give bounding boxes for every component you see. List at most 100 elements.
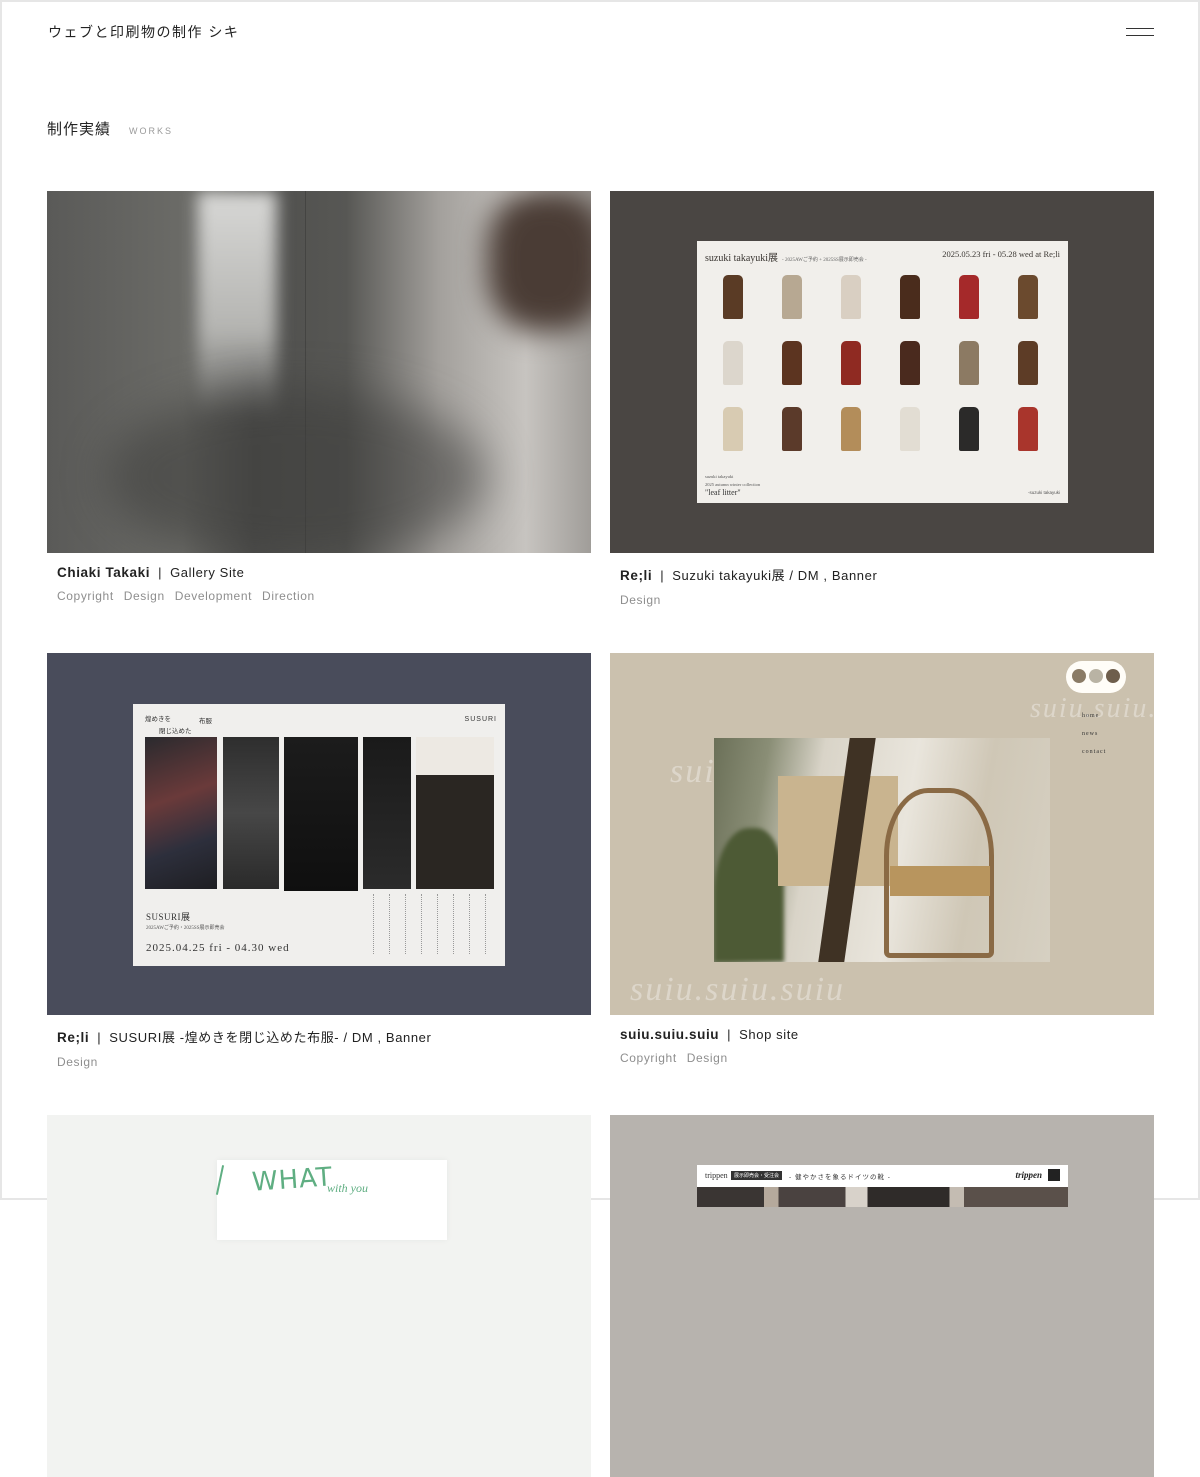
work-project: Suzuki takayuki展 / DM , Banner	[672, 568, 878, 583]
garment-item	[900, 341, 920, 385]
poster-photo	[145, 737, 217, 889]
garment-item	[782, 341, 802, 385]
work-thumbnail[interactable]: trippen 展示即売会・受注会 - 健やかさを象るドイツの靴 - tripp…	[610, 1115, 1154, 1477]
work-client: Chiaki Takaki	[57, 565, 151, 580]
work-tags: Copyright Design	[620, 1051, 1154, 1065]
garment-item	[959, 341, 979, 385]
work-card-reli-suzuki[interactable]: suzuki takayuki展 - 2025AWご予約 + 2025SS展示即売…	[610, 191, 1154, 607]
dm-poster: suzuki takayuki展 - 2025AWご予約 + 2025SS展示即売…	[697, 241, 1068, 503]
menu-line-top	[1126, 28, 1154, 29]
work-thumbnail[interactable]: WHAT with you	[47, 1115, 591, 1477]
thumb-chair-seat	[890, 866, 990, 896]
work-project: Gallery Site	[170, 565, 245, 580]
work-meta: Re;li | Suzuki takayuki展 / DM , Banner Des…	[610, 553, 1154, 607]
menu-line-bottom	[1126, 35, 1154, 36]
work-card-chiaki-takaki[interactable]: Chiaki Takaki | Gallery Site Copyright Des…	[47, 191, 591, 603]
section-heading: 制作実績 WORKS	[47, 118, 173, 139]
thumb-photo-strip	[697, 1187, 1068, 1207]
poster-brand: SUSURI	[464, 716, 497, 723]
garment-item	[900, 407, 920, 451]
work-thumbnail[interactable]: 煌めきを 閉じ込めた 布服 SUSURI SUSURI展 2025AWご予約・2…	[47, 653, 591, 1015]
work-project: Shop site	[739, 1027, 799, 1042]
garment-item	[723, 275, 743, 319]
work-meta: Chiaki Takaki | Gallery Site Copyright Des…	[47, 553, 591, 603]
work-card-6[interactable]: trippen 展示即売会・受注会 - 健やかさを象るドイツの靴 - tripp…	[610, 1115, 1154, 1477]
thumb-what-text: WHAT	[251, 1162, 334, 1198]
banner-logo-mark	[1048, 1169, 1060, 1181]
work-tag: Development	[174, 589, 253, 603]
work-title: Re;li | Suzuki takayuki展 / DM , Banner	[620, 565, 1154, 584]
banner-badge: 展示即売会・受注会	[731, 1171, 783, 1180]
work-tags: Copyright Design Development Direction	[57, 589, 591, 603]
work-separator: |	[97, 1030, 102, 1045]
poster-photo	[363, 737, 411, 889]
garment-item	[959, 275, 979, 319]
work-tag: Copyright	[620, 1051, 677, 1065]
work-title: Re;li | SUSURI展 -煌めきを閉じ込めた布服- / DM , Banne…	[57, 1027, 591, 1046]
poster-tagline-2: 布服	[199, 718, 212, 725]
thumb-script-text: suiu.suiu.suiu	[630, 971, 846, 1008]
poster-photo	[416, 737, 494, 889]
poster-vertical-text	[389, 894, 398, 954]
garment-item	[1018, 341, 1038, 385]
work-tag: Direction	[262, 589, 315, 603]
work-card-5[interactable]: WHAT with you	[47, 1115, 591, 1477]
work-meta: suiu.suiu.suiu | Shop site Copyright Desig…	[610, 1015, 1154, 1065]
poster-subtitle: 2025AWご予約・2025SS展示即売会	[146, 926, 225, 931]
poster-tagline: 煌めきを 閉じ込めた	[145, 716, 192, 735]
work-tag: Design	[620, 593, 661, 607]
thumb-light	[197, 191, 277, 421]
work-separator: |	[660, 568, 665, 583]
poster-header: suzuki takayuki展 - 2025AWご予約 + 2025SS展示即売…	[705, 249, 1060, 264]
poster-date: 2025.04.25 fri - 04.30 wed	[146, 942, 290, 954]
section-title-en: WORKS	[129, 126, 174, 136]
garment-item	[782, 275, 802, 319]
work-thumbnail[interactable]: suiu.suiu.suiu suiu.suiu.suiu suiu.suiu.…	[610, 653, 1154, 1015]
suiu-logo	[1066, 661, 1126, 693]
banner-heading: - 健やかさを象るドイツの靴 -	[789, 1174, 891, 1181]
thumb-photo	[714, 738, 1050, 962]
poster-photo	[284, 737, 358, 891]
thumb-figure	[487, 191, 591, 331]
poster-footer: suzuki takayuki 2025 autumn winter colle…	[705, 474, 761, 497]
poster-vertical-text	[373, 894, 382, 954]
work-title: suiu.suiu.suiu | Shop site	[620, 1027, 1154, 1042]
thumb-nav: home news contact	[1082, 713, 1107, 755]
work-card-reli-susuri[interactable]: 煌めきを 閉じ込めた 布服 SUSURI SUSURI展 2025AWご予約・2…	[47, 653, 591, 1069]
work-title: Chiaki Takaki | Gallery Site	[57, 565, 591, 580]
work-tag: Copyright	[57, 589, 114, 603]
garment-item	[959, 407, 979, 451]
garment-item	[723, 341, 743, 385]
work-separator: |	[158, 565, 163, 580]
work-thumbnail[interactable]	[47, 191, 591, 553]
site-title[interactable]: ウェブと印刷物の制作 シキ	[48, 22, 239, 42]
work-card-suiu[interactable]: suiu.suiu.suiu suiu.suiu.suiu suiu.suiu.…	[610, 653, 1154, 1065]
banner-brand: trippen	[705, 1171, 728, 1180]
thumb-with-text: with you	[327, 1181, 368, 1195]
poster-dates: 2025.05.23 fri - 05.28 wed at Re;li	[942, 249, 1060, 259]
work-client: Re;li	[620, 568, 653, 583]
poster-vertical-text	[485, 894, 494, 954]
garment-item	[782, 407, 802, 451]
section-title-jp: 制作実績	[47, 121, 112, 138]
work-meta: Re;li | SUSURI展 -煌めきを閉じ込めた布服- / DM , Banne…	[47, 1015, 591, 1069]
garment-item	[1018, 407, 1038, 451]
garment-item	[1018, 275, 1038, 319]
work-separator: |	[727, 1027, 732, 1042]
poster-vertical-text	[469, 894, 478, 954]
poster-photo	[223, 737, 279, 889]
work-tag: Design	[686, 1051, 728, 1065]
poster-vertical-text	[453, 894, 462, 954]
work-client: Re;li	[57, 1030, 90, 1045]
poster-title: SUSURI展	[146, 912, 191, 922]
hamburger-icon[interactable]	[1124, 24, 1156, 40]
thumb-shadow	[107, 391, 487, 553]
dm-poster: 煌めきを 閉じ込めた 布服 SUSURI SUSURI展 2025AWご予約・2…	[133, 704, 505, 966]
work-thumbnail[interactable]: suzuki takayuki展 - 2025AWご予約 + 2025SS展示即売…	[610, 191, 1154, 553]
work-project: SUSURI展 -煌めきを閉じ込めた布服- / DM , Banner	[109, 1030, 432, 1045]
poster-vertical-text	[421, 894, 430, 954]
poster-heading: suzuki takayuki展 - 2025AWご予約 + 2025SS展示即売…	[705, 253, 867, 264]
garment-item	[841, 407, 861, 451]
thumb-plant	[714, 828, 784, 962]
garment-item	[841, 275, 861, 319]
